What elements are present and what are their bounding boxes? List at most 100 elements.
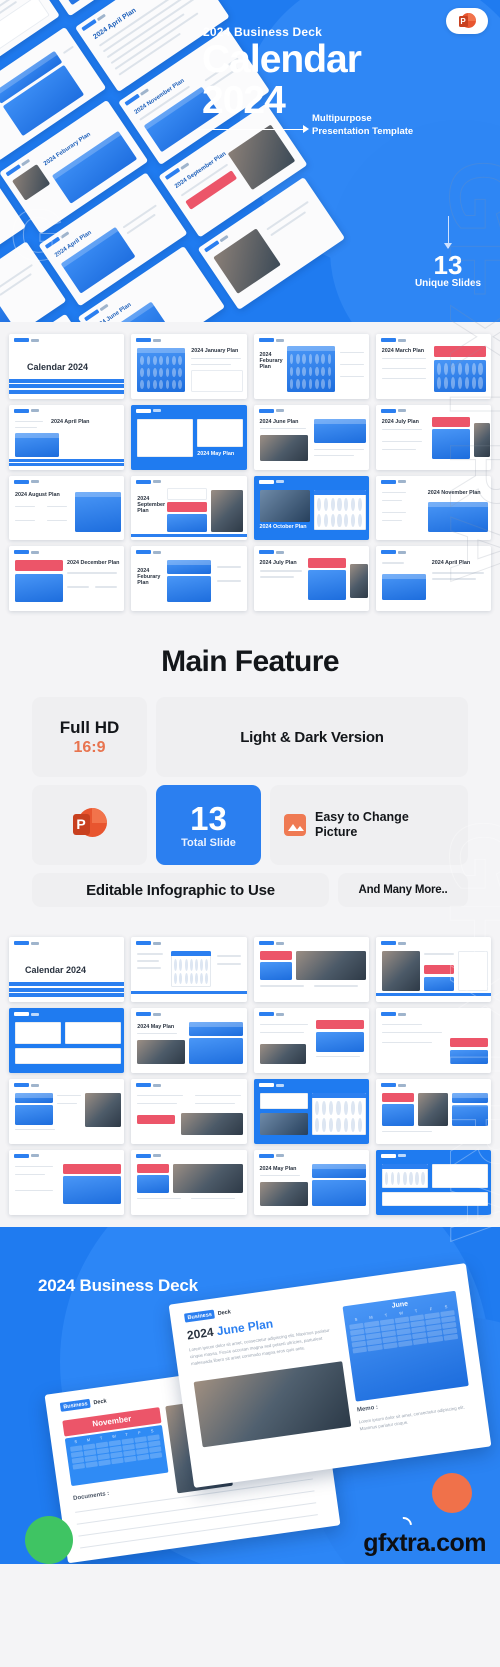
slide-title: 2024 Feburary Plan [259, 352, 283, 370]
slide-thumbnail[interactable] [253, 1008, 369, 1073]
down-arrow-icon [444, 216, 452, 249]
product-preview-page: 2024 January Plan 2024 July Plan [0, 0, 500, 1667]
slide-thumbnail[interactable] [375, 1008, 491, 1073]
aspect-ratio-label: 16:9 [73, 738, 106, 756]
slide-thumbnail[interactable]: 2024 July Plan [253, 546, 369, 612]
slide-photo [193, 1360, 352, 1448]
total-slide-label: Total Slide [181, 836, 236, 849]
feature-card-many-more: And Many More.. [338, 873, 468, 908]
deck-logo-text: Deck [93, 1397, 107, 1406]
slide-heading-month: June Plan [215, 1316, 274, 1338]
easy-picture-line1: Easy to Change [315, 810, 409, 825]
feature-card-total-slide: 13 Total Slide [156, 785, 261, 866]
slide-grid-one: 20 Calendar 2024 2024 January Plan [0, 322, 500, 624]
deck-logo-box: Business [59, 1398, 92, 1412]
slide-title: 2024 October Plan [259, 523, 307, 530]
slide-thumbnail[interactable] [375, 1078, 491, 1144]
slide-title: 2024 April Plan [431, 560, 471, 567]
decor-dot-orange [432, 1473, 472, 1513]
slide-thumbnail[interactable] [131, 1149, 247, 1215]
powerpoint-letter: P [72, 814, 90, 836]
slide-thumbnail[interactable]: 2024 August Plan [9, 475, 125, 541]
main-feature-section: Main Feature Full HD 16:9 Light & Dark V… [0, 623, 500, 926]
slide-title: 2024 July Plan [381, 418, 419, 425]
many-more-label: And Many More.. [358, 884, 448, 897]
easy-picture-label: Easy to Change Picture [315, 810, 409, 840]
slide-title: 2024 August Plan [15, 491, 60, 498]
feature-heading: Main Feature [161, 645, 339, 679]
slide-thumbnail[interactable]: 2024 June Plan [253, 404, 369, 470]
slide-thumbnail[interactable]: 2024 May Plan [253, 1149, 369, 1215]
hero-arrow-line [198, 129, 306, 130]
feature-card-powerpoint: P [32, 785, 147, 866]
slide-title: 2024 March Plan [381, 348, 424, 354]
slide-thumbnail[interactable] [375, 937, 491, 1003]
slide-title: 2024 May Plan [259, 1165, 297, 1172]
feature-card-full-hd: Full HD 16:9 [32, 697, 147, 778]
slide-thumbnail[interactable]: 2024 April Plan [9, 404, 125, 470]
slide-title: 2024 June Plan [259, 418, 299, 425]
deck-logo-box: Business [183, 1309, 216, 1323]
slide-title: Calendar 2024 [25, 965, 87, 976]
slide-grid-two: X Calendar 2024 [0, 925, 500, 1227]
slide-thumbnail[interactable]: 2024 September Plan [131, 475, 247, 541]
slide-title: 2024 May Plan [197, 450, 235, 457]
slide-thumbnail[interactable]: 2024 May Plan [131, 1008, 247, 1073]
slide-title: 2024 January Plan [191, 348, 239, 354]
slide-thumbnail[interactable] [9, 1008, 125, 1073]
editable-label: Editable Infographic to Use [86, 881, 275, 899]
decor-dot-green [25, 1516, 73, 1564]
full-hd-label: Full HD [59, 717, 120, 737]
slide-thumbnail[interactable]: 2024 December Plan [9, 546, 125, 612]
feature-card-easy-picture: Easy to Change Picture [270, 785, 468, 866]
slide-heading-year: 2024 [186, 1324, 218, 1343]
calendar-june: June SMTWTFS [342, 1290, 469, 1402]
slide-thumbnail[interactable] [253, 1078, 369, 1144]
light-dark-label: Light & Dark Version [240, 728, 384, 746]
unique-slides-count: 13 [433, 250, 463, 280]
slide-title: Calendar 2024 [27, 362, 89, 372]
bottom-showcase-section: 2024 Business Deck Business Deck Novembe… [0, 1226, 500, 1564]
feature-card-light-dark: Light & Dark Version [156, 697, 468, 778]
deck-logo: Business Deck [59, 1396, 107, 1412]
slide-thumbnail[interactable]: 2024 March Plan [375, 334, 491, 399]
slide-thumbnail[interactable]: 2024 April Plan [375, 546, 491, 612]
hero-section: 2024 January Plan 2024 July Plan [0, 0, 500, 322]
slide-thumbnail[interactable] [9, 1149, 125, 1215]
hero-arrow-head-icon [303, 125, 309, 133]
hero-eyebrow: 2024 Business Deck [203, 25, 323, 39]
slide-thumbnail[interactable]: Calendar 2024 [9, 937, 125, 1003]
feature-card-editable: Editable Infographic to Use [32, 873, 329, 908]
unique-slides-label: Unique Slides [414, 278, 482, 289]
slide-thumbnail[interactable]: Calendar 2024 [9, 334, 125, 399]
picture-icon [284, 814, 306, 837]
slide-thumbnail[interactable]: 2024 November Plan [375, 475, 491, 541]
documents-label: Documents : [72, 1490, 110, 1502]
slide-thumbnail[interactable]: 2024 May Plan [131, 404, 247, 470]
slide-thumbnail[interactable] [375, 1149, 491, 1215]
slide-title: 2024 September Plan [137, 495, 166, 514]
slide-title: 2024 May Plan [137, 1024, 175, 1031]
hero-subtitle: Multipurpose Presentation Template [312, 113, 413, 139]
deck-logo: Business Deck [183, 1307, 232, 1323]
slide-thumbnail[interactable] [9, 1078, 125, 1144]
powerpoint-icon: P [72, 808, 107, 842]
slide-thumbnail[interactable] [131, 937, 247, 1003]
deck-logo-text: Deck [217, 1308, 232, 1317]
page-title: Calendar 2024 [202, 40, 362, 120]
slide-title: 2024 April Plan [51, 418, 90, 425]
gfxtra-site-logo: gfxtra.com [363, 1528, 486, 1557]
slide-title: 2024 December Plan [67, 560, 120, 567]
powerpoint-icon: P [458, 12, 476, 30]
powerpoint-badge: P [446, 8, 488, 34]
slide-thumbnail[interactable]: 2024 July Plan [375, 404, 491, 470]
easy-picture-line2: Picture [315, 825, 358, 840]
slide-thumbnail[interactable]: 2024 Feburary Plan [131, 546, 247, 612]
slide-thumbnail[interactable]: 2024 January Plan [131, 334, 247, 399]
hero-subtitle-line2: Presentation Template [312, 125, 414, 137]
slide-thumbnail[interactable]: 2024 October Plan [253, 475, 369, 541]
slide-thumbnail[interactable]: 2024 Feburary Plan [253, 334, 369, 399]
hero-subtitle-line1: Multipurpose [312, 113, 372, 124]
slide-thumbnail[interactable] [253, 937, 369, 1003]
slide-thumbnail[interactable] [131, 1078, 247, 1144]
